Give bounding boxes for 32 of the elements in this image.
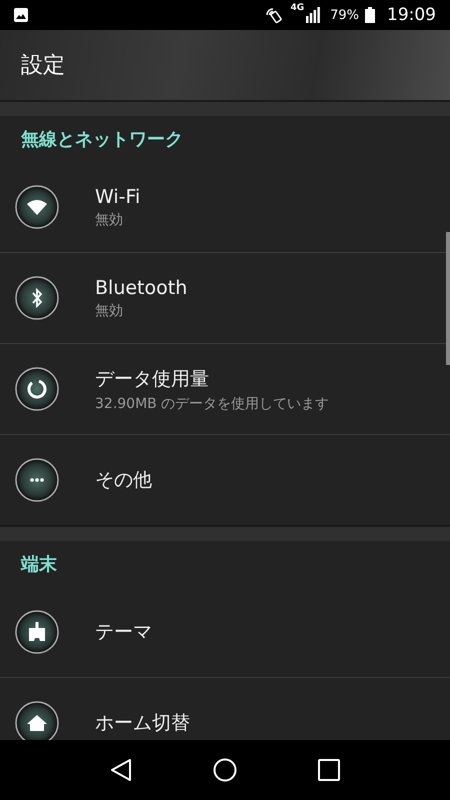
battery-icon [365, 7, 375, 23]
more-icon [15, 458, 59, 502]
network-type: 4G [290, 3, 304, 13]
settings-item[interactable]: テーマ [0, 587, 450, 678]
back-button[interactable] [110, 758, 132, 782]
image-icon [14, 8, 28, 22]
settings-item[interactable]: その他 [0, 435, 450, 525]
item-title: データ使用量 [95, 366, 210, 392]
section-header: 無線とネットワーク [20, 128, 184, 152]
nfc-icon [264, 6, 284, 24]
section-header: 端末 [20, 553, 58, 577]
item-title: Bluetooth [95, 276, 188, 298]
home-icon [15, 701, 59, 740]
settings-item[interactable]: データ使用量 32.90MB のデータを使用しています [0, 344, 450, 435]
circle-icon [15, 367, 59, 411]
recents-button[interactable] [318, 759, 340, 781]
wifi-icon [15, 185, 59, 229]
signal-icon [306, 7, 320, 23]
item-summary: 無効 [95, 210, 124, 228]
settings-item[interactable]: ホーム切替 [0, 678, 450, 740]
battery-level: 79% [330, 8, 359, 22]
item-title: Wi-Fi [95, 186, 140, 208]
settings-item[interactable]: Wi-Fi 無効 [0, 162, 450, 253]
item-title: その他 [95, 468, 152, 493]
item-summary: 32.90MB のデータを使用しています [95, 394, 330, 412]
clock: 19:09 [387, 5, 436, 25]
home-button[interactable] [212, 758, 237, 782]
bluetooth-icon [15, 276, 59, 320]
screen-title: 設定 [21, 52, 65, 80]
item-title: ホーム切替 [95, 711, 190, 736]
item-title: テーマ [95, 620, 152, 645]
item-summary: 無効 [95, 302, 124, 320]
